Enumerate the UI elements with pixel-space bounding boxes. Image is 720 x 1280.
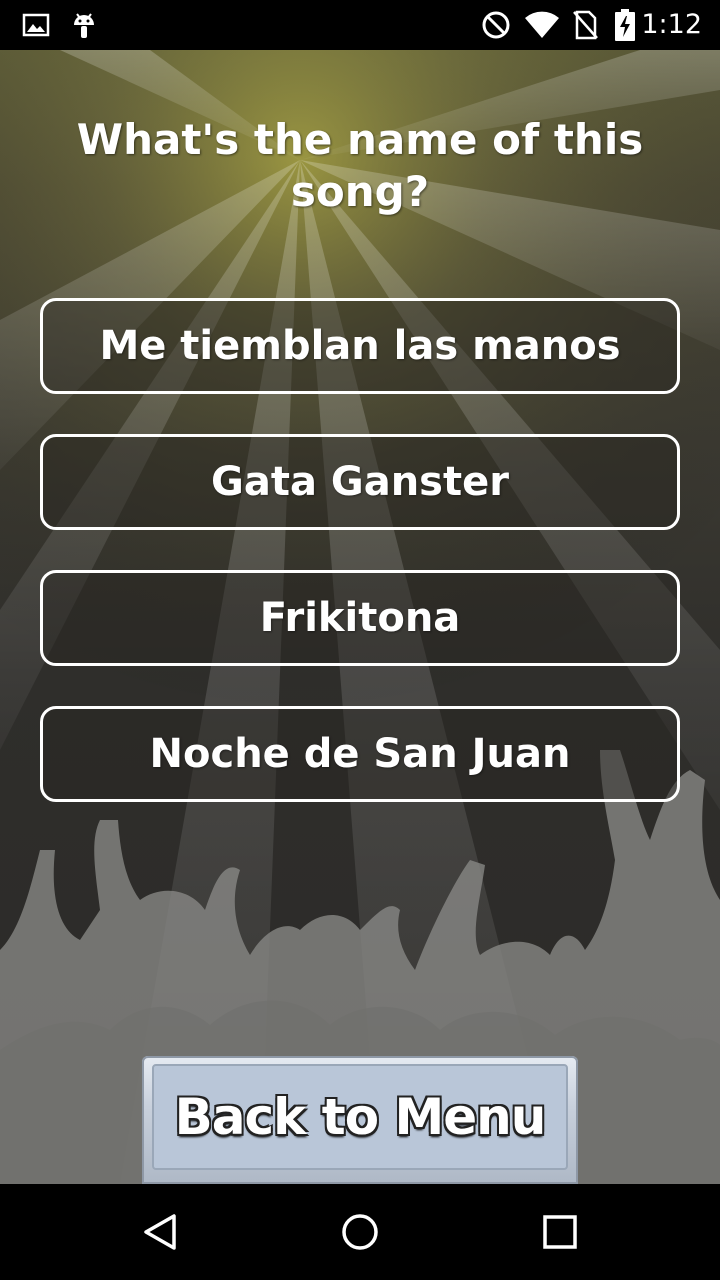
answer-option-1[interactable]: Me tiemblan las manos <box>40 298 680 394</box>
no-sim-icon <box>572 0 598 50</box>
image-notification-icon <box>22 0 50 50</box>
back-nav-icon[interactable] <box>100 1184 220 1280</box>
status-bar: 1:12 <box>0 0 720 50</box>
wifi-icon <box>524 0 560 50</box>
status-time: 1:12 <box>641 9 702 40</box>
answer-option-2[interactable]: Gata Ganster <box>40 434 680 530</box>
android-debug-icon <box>70 0 98 50</box>
do-not-disturb-icon <box>481 0 511 50</box>
answer-option-3[interactable]: Frikitona <box>40 570 680 666</box>
back-to-menu-button[interactable]: Back to Menu <box>142 1056 578 1184</box>
question-text: What's the name of this song? <box>76 115 644 216</box>
back-to-menu-label: Back to Menu <box>174 1088 547 1146</box>
answer-option-4[interactable]: Noche de San Juan <box>40 706 680 802</box>
battery-charging-icon <box>614 0 636 50</box>
navigation-bar <box>0 1184 720 1280</box>
back-to-menu-button-face: Back to Menu <box>152 1064 568 1170</box>
quiz-screen: What's the name of this song? Me tiembla… <box>0 50 720 1184</box>
home-nav-icon[interactable] <box>300 1184 420 1280</box>
recents-nav-icon[interactable] <box>500 1184 620 1280</box>
